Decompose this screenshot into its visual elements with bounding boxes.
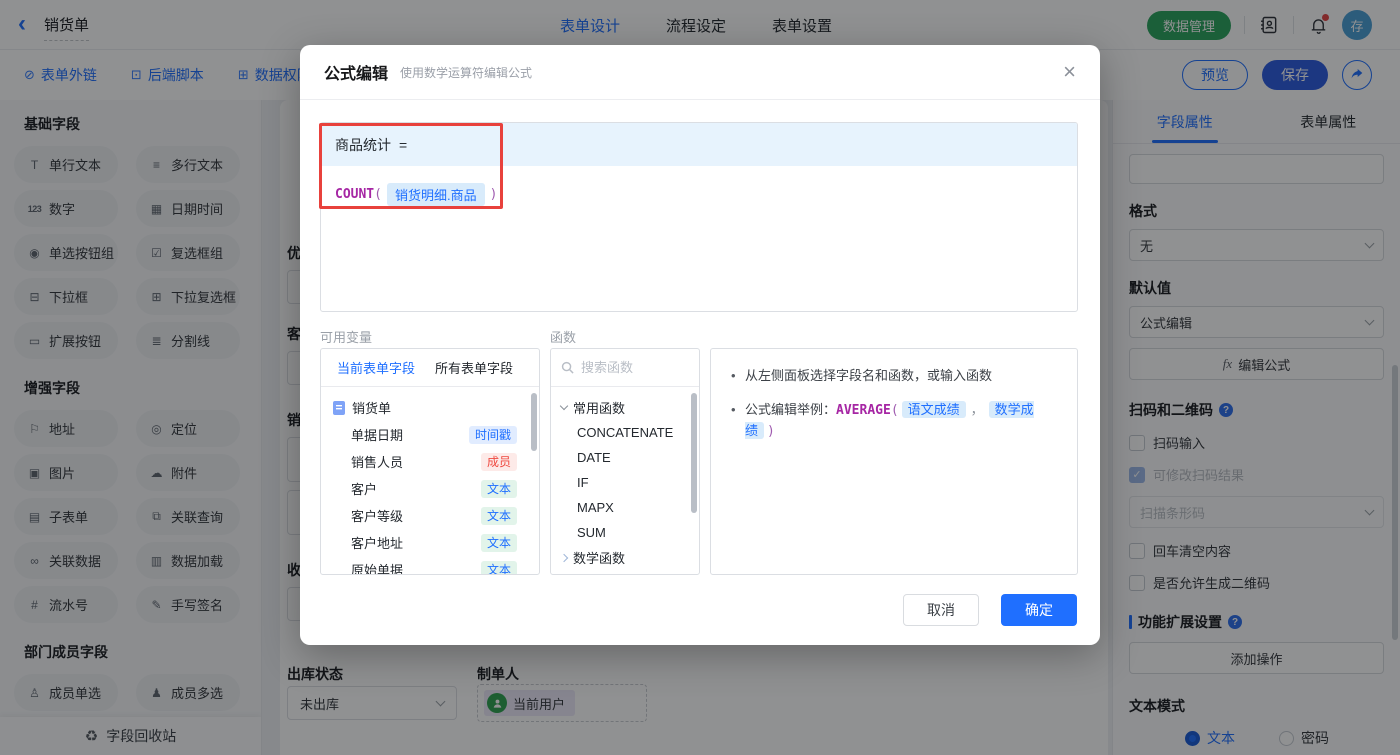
close-paren: ) [489, 187, 498, 202]
variable-row[interactable]: 客户等级 文本 [321, 502, 539, 529]
variable-row[interactable]: 原始单据 文本 [321, 556, 539, 574]
type-badge: 文本 [480, 479, 517, 498]
dialog-subtitle: 使用数学运算符编辑公式 [400, 65, 533, 80]
variable-row[interactable]: 客户 文本 [321, 475, 539, 502]
scrollbar-thumb[interactable] [691, 393, 697, 513]
type-badge: 成员 [480, 452, 517, 471]
variable-row[interactable]: 销售人员 成员 [321, 448, 539, 475]
variables-panel: 当前表单字段 所有表单字段 销货单 单据日期 时间戳 销售人员 成员 客户 文本 客户… [320, 348, 540, 575]
tab-all-form-fields[interactable]: 所有表单字段 [435, 358, 513, 377]
variables-label: 可用变量 [320, 330, 373, 345]
function-item[interactable]: IF [551, 470, 699, 495]
type-badge: 文本 [480, 560, 517, 574]
cancel-button[interactable]: 取消 [903, 594, 979, 626]
type-badge: 时间戳 [468, 425, 517, 444]
variables-tabs: 当前表单字段 所有表单字段 [321, 349, 539, 387]
scrollbar-thumb[interactable] [531, 393, 537, 451]
dialog-footer: 取消 确定 [903, 594, 1077, 626]
formula-expression[interactable]: COUNT ( 销货明细.商品 ) [321, 166, 1077, 223]
formula-editor[interactable]: 商品统计 = COUNT ( 销货明细.商品 ) [320, 122, 1078, 312]
confirm-button[interactable]: 确定 [1001, 594, 1077, 626]
function-name: COUNT [335, 187, 375, 202]
function-item[interactable]: DATE [551, 445, 699, 470]
tips-panel: 从左侧面板选择字段名和函数，或输入函数 公式编辑举例：AVERAGE(语文成绩，… [710, 348, 1078, 575]
formula-equals: = [399, 136, 408, 153]
dialog-header: 公式编辑 使用数学运算符编辑公式 × [300, 45, 1100, 100]
functions-label: 函数 [550, 330, 577, 345]
chevron-right-icon [559, 553, 569, 562]
function-group-text[interactable]: 文本函数 [551, 570, 699, 574]
variable-row[interactable]: 客户地址 文本 [321, 529, 539, 556]
tip-line: 从左侧面板选择字段名和函数，或输入函数 [731, 366, 1057, 386]
function-item[interactable]: SUM [551, 520, 699, 545]
example-function-name: AVERAGE [836, 403, 891, 418]
form-node[interactable]: 销货单 [321, 394, 539, 421]
search-icon [561, 361, 574, 374]
variables-tree: 销货单 单据日期 时间戳 销售人员 成员 客户 文本 客户等级 文本 客户地址 文本 原始… [321, 387, 539, 574]
variable-row[interactable]: 单据日期 时间戳 [321, 421, 539, 448]
formula-target: 商品统计 [335, 136, 391, 153]
example-field-chip: 语文成绩 [901, 401, 966, 418]
field-chip[interactable]: 销货明细.商品 [386, 183, 485, 206]
formula-edit-dialog: 公式编辑 使用数学运算符编辑公式 × 商品统计 = COUNT ( 销货明细.商… [300, 45, 1100, 645]
close-icon[interactable]: × [1063, 61, 1076, 83]
function-group-common[interactable]: 常用函数 [551, 395, 699, 420]
formula-target-band: 商品统计 = [321, 123, 1077, 166]
dialog-title: 公式编辑 [324, 66, 389, 83]
functions-panel: 常用函数 CONCATENATE DATE IF MAPX SUM 数学函数 文… [550, 348, 700, 575]
function-search-input[interactable] [581, 360, 681, 375]
function-search [551, 349, 699, 387]
chevron-down-icon [559, 401, 569, 411]
function-item[interactable]: MAPX [551, 495, 699, 520]
type-badge: 文本 [480, 506, 517, 525]
function-item[interactable]: CONCATENATE [551, 420, 699, 445]
open-paren: ( [374, 187, 382, 202]
function-group-math[interactable]: 数学函数 [551, 545, 699, 570]
tip-example-line: 公式编辑举例：AVERAGE(语文成绩，数学成绩) [731, 400, 1057, 442]
functions-tree: 常用函数 CONCATENATE DATE IF MAPX SUM 数学函数 文… [551, 387, 699, 574]
form-file-icon [333, 400, 345, 415]
type-badge: 文本 [480, 533, 517, 552]
tab-current-form-fields[interactable]: 当前表单字段 [337, 358, 415, 377]
